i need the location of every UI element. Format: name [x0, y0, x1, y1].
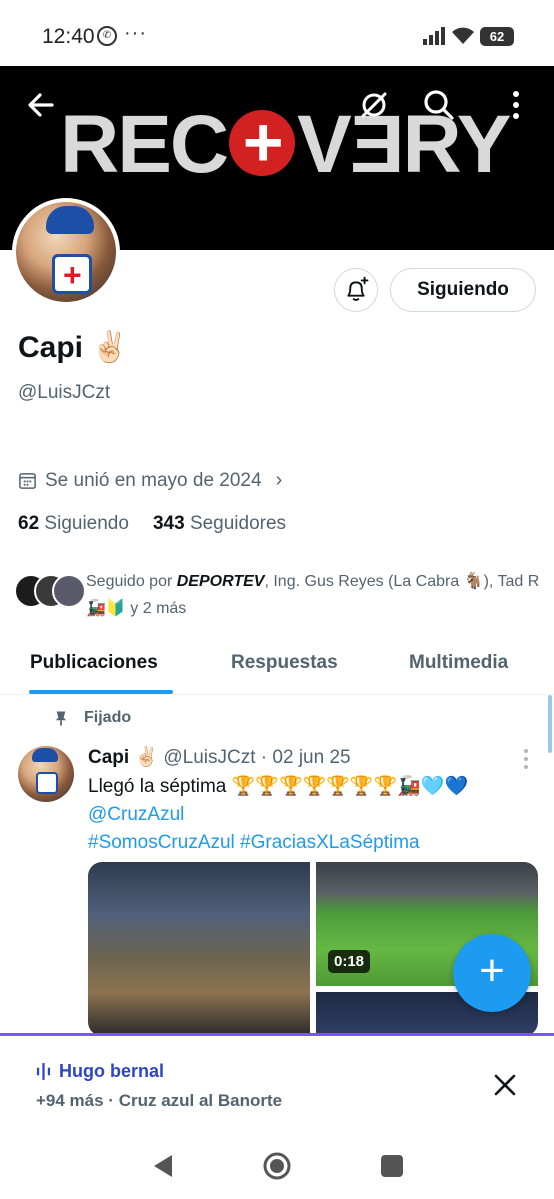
tweet-handle-date: @LuisJCzt · 02 jun 25: [163, 747, 351, 768]
nav-home-icon[interactable]: [262, 1151, 292, 1181]
display-name: Capi ✌🏻: [18, 331, 129, 364]
following-button[interactable]: Siguiendo: [390, 268, 536, 312]
space-audio-icon: [36, 1063, 51, 1080]
search-icon[interactable]: [420, 86, 458, 124]
profile-avatar[interactable]: [12, 198, 120, 306]
following-link[interactable]: 62 Siguiendo: [18, 513, 129, 534]
tab-multimedia[interactable]: Multimedia: [409, 652, 508, 674]
tweet-header: Capi ✌🏻 @LuisJCzt · 02 jun 25: [88, 745, 351, 769]
tweet-body: Llegó la séptima 🏆🏆🏆🏆🏆🏆🏆🚂🩵💙 @CruzAzul #S…: [88, 773, 528, 857]
avatar-hat: [32, 748, 58, 762]
video-duration: 0:18: [328, 950, 371, 973]
nav-back-icon[interactable]: [150, 1153, 174, 1179]
followed-by-bold: DEPORTEV: [176, 573, 265, 590]
media-image-1[interactable]: [88, 862, 310, 1036]
tweet-text: Llegó la séptima 🏆🏆🏆🏆🏆🏆🏆🚂🩵💙: [88, 776, 469, 797]
scrollbar[interactable]: [548, 695, 552, 753]
translate-icon[interactable]: [355, 86, 393, 124]
following-count: 62: [18, 513, 40, 534]
followers-link[interactable]: 343 Seguidores: [153, 513, 286, 534]
profile-tabs: Publicaciones Respuestas Multimedia: [0, 640, 554, 695]
avatar-hat: [46, 206, 94, 234]
tweet-avatar[interactable]: [18, 746, 74, 802]
tab-publicaciones[interactable]: Publicaciones: [30, 652, 158, 674]
pin-icon: [55, 711, 67, 725]
chevron-right-icon: ›: [275, 469, 283, 491]
signal-icon: [423, 27, 445, 45]
tweet-mention[interactable]: @CruzAzul: [88, 801, 528, 829]
banner-text-right: VƎRY: [297, 99, 511, 190]
pinned-label: Fijado: [54, 709, 131, 727]
bell-plus-icon: [347, 276, 369, 301]
joined-text: Se unió en mayo de 2024: [45, 469, 262, 491]
tab-respuestas[interactable]: Respuestas: [231, 652, 338, 674]
followers-count: 343: [152, 513, 185, 534]
tab-indicator: [29, 690, 173, 694]
tweet-author[interactable]: Capi ✌🏻: [88, 747, 158, 768]
more-vertical-icon[interactable]: [497, 86, 535, 124]
avatar: [52, 574, 86, 608]
compose-fab-button[interactable]: +: [453, 934, 531, 1012]
tweet-hashtags[interactable]: #SomosCruzAzul #GraciasXLaSéptima: [88, 829, 528, 857]
space-bar[interactable]: Hugo bernal +94 más · Cruz azul al Banor…: [0, 1033, 554, 1135]
followed-by-text[interactable]: Seguido por DEPORTEV, Ing. Gus Reyes (La…: [86, 568, 541, 622]
space-subtitle: +94 más · Cruz azul al Banorte: [36, 1091, 283, 1110]
followed-by-avatars[interactable]: [14, 574, 86, 608]
follow-counts: 62 Siguiendo 343 Seguidores: [18, 513, 286, 535]
wifi-icon: [452, 27, 474, 44]
banner-cross: +: [229, 107, 296, 177]
back-arrow-icon[interactable]: [22, 86, 60, 124]
clock: 12:40: [42, 25, 95, 48]
avatar-badge: [52, 254, 92, 294]
close-icon[interactable]: [490, 1070, 520, 1100]
calendar-icon: [19, 473, 36, 489]
tweet-more-icon[interactable]: [522, 748, 530, 770]
space-host: Hugo bernal: [36, 1061, 164, 1082]
avatar-badge: [36, 772, 58, 794]
following-label: Siguiendo: [44, 513, 129, 534]
notifications-button[interactable]: [334, 268, 378, 312]
battery-icon: 62: [480, 27, 514, 46]
system-navbar: [0, 1135, 554, 1199]
joined-date[interactable]: Se unió en mayo de 2024 ›: [18, 469, 282, 492]
space-host-name: Hugo bernal: [59, 1061, 165, 1081]
more-notifications-icon: ···: [124, 22, 147, 44]
user-handle: @LuisJCzt: [18, 382, 111, 403]
whatsapp-icon: ✆: [97, 26, 117, 46]
followers-label: Seguidores: [189, 513, 287, 534]
banner-text-left: REC: [60, 99, 229, 190]
pinned-text: Fijado: [84, 709, 132, 726]
status-bar: 12:40 ✆ ··· 62: [0, 0, 554, 66]
followed-by-prefix: Seguido por: [86, 573, 177, 590]
nav-recents-icon[interactable]: [381, 1155, 403, 1177]
